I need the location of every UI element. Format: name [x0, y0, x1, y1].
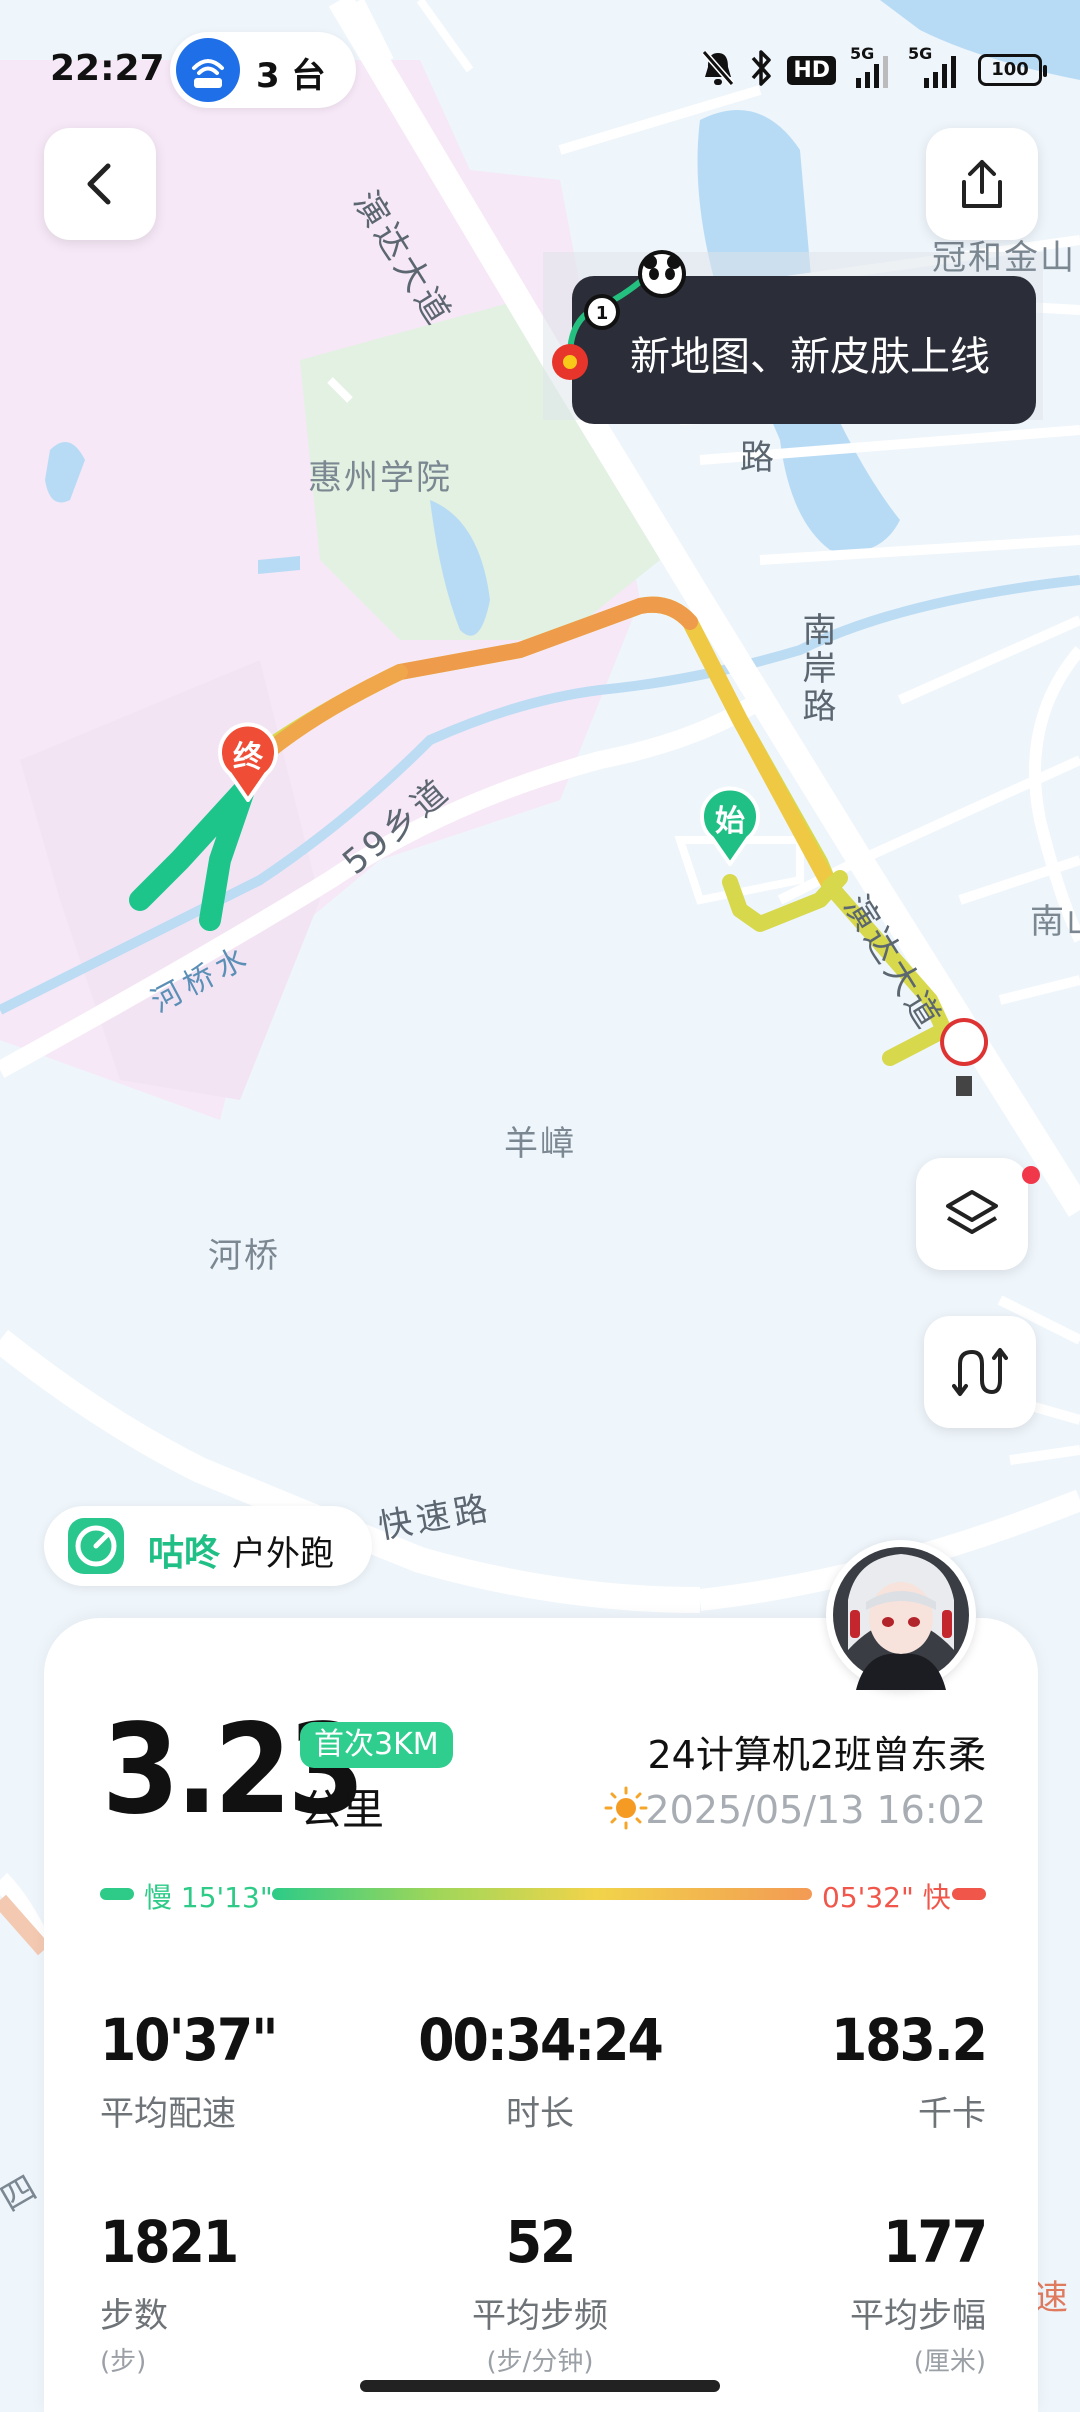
share-button[interactable]: [926, 128, 1038, 240]
distance-unit: 公里: [300, 1785, 385, 1834]
stat-value: 00:34:24: [418, 2006, 664, 2074]
first-3km-badge: 首次3KM: [300, 1722, 453, 1768]
end-marker-label: 终: [233, 740, 263, 775]
hd-badge: HD: [787, 55, 836, 85]
map-label-yangzhang: 羊嶂: [504, 1124, 576, 1164]
map-label-heqiao: 河桥: [208, 1236, 280, 1276]
stat-steps: 1821 步数 (步): [100, 2210, 400, 2378]
road-label-nanan: 南岸路: [796, 612, 836, 726]
layers-icon: [946, 1190, 998, 1234]
home-indicator[interactable]: [360, 2380, 720, 2392]
status-bar: 22:27 3 台 HD 5G 5G 100: [0, 0, 1080, 140]
stat-label: 千卡: [918, 2094, 986, 2134]
signal-icon-2: 5G: [908, 46, 964, 90]
hotspot-icon: [176, 38, 240, 102]
pace-slow-label: 慢 15'13": [144, 1881, 273, 1914]
stat-avg-pace: 10'37" 平均配速: [100, 2008, 400, 2135]
battery-icon: 100: [978, 54, 1047, 86]
start-marker[interactable]: 始: [698, 786, 762, 868]
stat-value: 177: [883, 2208, 988, 2276]
user-avatar[interactable]: [826, 1540, 976, 1690]
stat-duration: 00:34:24 时长: [390, 2008, 690, 2135]
route-toggle-button[interactable]: [924, 1316, 1036, 1428]
app-badge: 咕咚 户外跑: [44, 1506, 372, 1586]
bluetooth-icon: [749, 48, 773, 92]
stats-card[interactable]: 3.23 首次3KM 公里 24计算机2班曾东柔 2025/05/13 16:0…: [44, 1618, 1038, 2412]
stat-label: 平均配速: [100, 2094, 236, 2134]
codoon-logo-icon: [68, 1518, 124, 1574]
road-label-lu: 路: [740, 438, 778, 478]
start-marker-label: 始: [715, 804, 745, 839]
stat-value: 52: [505, 2208, 577, 2276]
stat-label: 平均步幅: [850, 2296, 986, 2336]
stat-stride: 177 平均步幅 (厘米): [686, 2208, 988, 2378]
chevron-left-icon: [87, 163, 111, 205]
map-label-huizhou-university: 惠州学院: [308, 458, 452, 498]
mute-bell-icon: [701, 49, 735, 91]
user-name: 24计算机2班曾东柔: [647, 1733, 986, 1777]
svg-text:1: 1: [596, 303, 609, 324]
map-label-su: 速: [1034, 2278, 1070, 2318]
hotspot-count: 3 台: [256, 56, 326, 96]
layers-button[interactable]: [916, 1158, 1040, 1270]
stat-calories: 183.2 千卡: [686, 2006, 988, 2135]
sun-icon: [604, 1786, 648, 1830]
activity-datetime: 2025/05/13 16:02: [645, 1788, 986, 1832]
end-marker[interactable]: 终: [216, 722, 280, 804]
hotspot-indicator[interactable]: 3 台: [170, 32, 356, 108]
mascot-icon: 1: [552, 250, 686, 380]
stat-unit: (步/分钟): [486, 2347, 594, 2377]
status-time: 22:27: [50, 48, 165, 89]
pace-range-bar: 慢 15'13" 05'32" 快: [100, 1874, 986, 1914]
stat-value: 1821: [100, 2208, 239, 2276]
pace-fast-label: 05'32" 快: [822, 1881, 951, 1914]
stat-unit: (厘米): [913, 2347, 986, 2377]
share-icon: [962, 160, 1002, 208]
map-label-nan: 南山: [1030, 902, 1080, 942]
activity-mode: 户外跑: [232, 1534, 334, 1574]
signal-icon-1: 5G: [850, 46, 894, 90]
avatar-image: [833, 1547, 969, 1690]
route-icon: [952, 1348, 1008, 1396]
status-icons: HD 5G 5G 100: [701, 44, 1047, 96]
notification-dot: [1022, 1166, 1040, 1184]
back-button[interactable]: [44, 128, 156, 240]
stat-unit: (步): [100, 2347, 147, 2377]
stat-label: 平均步频: [472, 2296, 608, 2336]
pace-gradient: [272, 1888, 812, 1900]
stat-value: 10'37": [100, 2006, 278, 2074]
app-name: 咕咚: [148, 1533, 221, 1574]
stat-label: 步数: [100, 2296, 168, 2336]
stat-label: 时长: [506, 2094, 574, 2134]
stat-value: 183.2: [830, 2006, 988, 2074]
stat-cadence: 52 平均步频 (步/分钟): [390, 2210, 690, 2378]
